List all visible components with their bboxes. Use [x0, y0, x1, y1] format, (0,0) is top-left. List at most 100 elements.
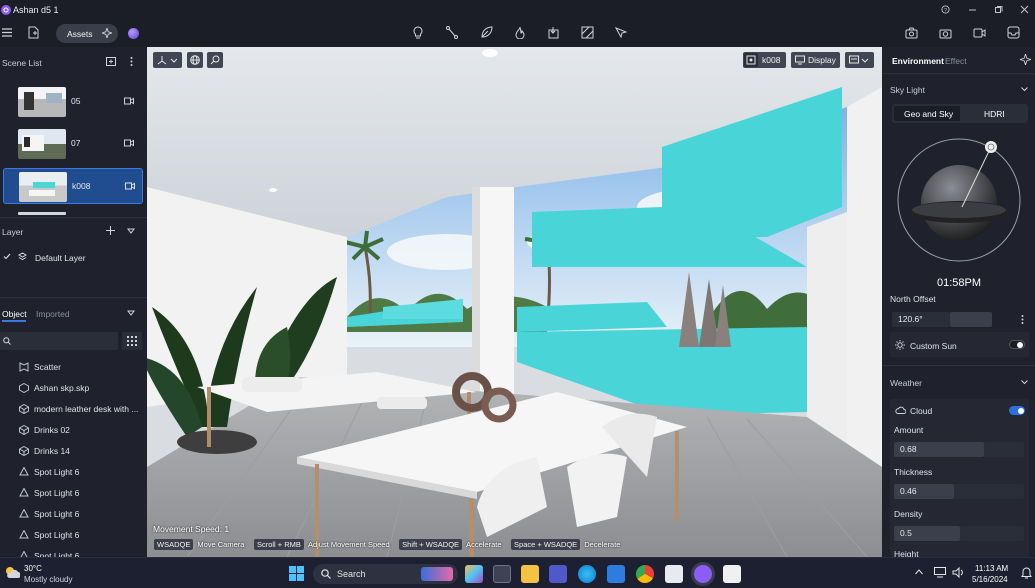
object-list-item[interactable]: Ashan skp.skp: [0, 377, 147, 398]
camera-icon[interactable]: [939, 27, 952, 39]
object-list-item[interactable]: Drinks 14: [0, 440, 147, 461]
sun-dial[interactable]: [896, 137, 1022, 267]
grid-view-button[interactable]: [122, 332, 142, 350]
clock-date[interactable]: 5/16/2024: [972, 575, 1008, 584]
cloud-icon: [895, 406, 906, 414]
layer-item-default[interactable]: Default Layer: [35, 253, 86, 263]
scene-camera-icon[interactable]: [124, 97, 134, 105]
notepad-icon[interactable]: [723, 565, 741, 583]
scene-badge[interactable]: k008: [743, 52, 786, 68]
layout-dropdown[interactable]: [845, 52, 874, 68]
store-icon[interactable]: [607, 565, 625, 583]
close-icon[interactable]: [1020, 5, 1029, 14]
object-list-item[interactable]: Drinks 02: [0, 419, 147, 440]
object-list-item[interactable]: Spot Light 6: [0, 545, 147, 557]
tab-effect[interactable]: Effect: [945, 56, 967, 66]
weather-icon[interactable]: [4, 564, 20, 580]
scene-camera-icon[interactable]: [125, 182, 135, 190]
d5-render-app-icon[interactable]: [694, 565, 712, 583]
object-list-item[interactable]: Spot Light 6: [0, 461, 147, 482]
custom-sun-toggle[interactable]: [1009, 340, 1025, 349]
sky-mode-hdri[interactable]: HDRI: [984, 109, 1005, 119]
assets-label: Assets: [67, 29, 93, 39]
texture-icon[interactable]: [581, 26, 594, 39]
north-offset-input[interactable]: 120.6°: [892, 312, 950, 327]
fire-icon[interactable]: [514, 26, 526, 39]
scene-item-05[interactable]: 05: [3, 84, 143, 120]
volume-icon[interactable]: [952, 567, 964, 578]
layers-icon: [18, 252, 27, 261]
snipping-tool-icon[interactable]: [665, 565, 683, 583]
widgets-app-icon[interactable]: [465, 565, 483, 583]
density-slider[interactable]: 0.5: [894, 526, 960, 541]
object-list-item[interactable]: Spot Light 6: [0, 524, 147, 545]
tab-environment[interactable]: Environment: [892, 56, 944, 66]
taskbar-search[interactable]: Search: [313, 564, 458, 584]
object-list-item[interactable]: Spot Light 6: [0, 503, 147, 524]
tab-object[interactable]: Object: [2, 309, 27, 319]
amount-slider-track[interactable]: [984, 442, 1024, 457]
cloud-toggle[interactable]: [1009, 406, 1025, 415]
amount-slider[interactable]: 0.68: [894, 442, 984, 457]
add-layer-icon[interactable]: [106, 226, 115, 235]
sparkle-icon[interactable]: [1020, 54, 1031, 65]
cube-import-icon[interactable]: [548, 26, 561, 39]
windows-start-icon[interactable]: [289, 566, 304, 581]
export-icon[interactable]: [1007, 26, 1020, 39]
leaf-icon[interactable]: [480, 26, 493, 39]
focus-icon: [744, 53, 758, 67]
teams-icon[interactable]: [549, 565, 567, 583]
chrome-browser-icon[interactable]: [636, 565, 654, 583]
render-viewport[interactable]: k008 Display Movement Speed: 1 WSADQE Mov…: [147, 47, 882, 557]
render-camera-icon[interactable]: [905, 27, 918, 39]
restore-icon[interactable]: [994, 5, 1003, 14]
help-icon[interactable]: ?: [941, 5, 950, 14]
ai-orb-icon[interactable]: [128, 28, 139, 39]
density-slider-track[interactable]: [960, 526, 1024, 541]
tab-imported[interactable]: Imported: [36, 309, 70, 319]
clock-time[interactable]: 11:13 AM: [975, 564, 1008, 573]
spotlight-icon: [19, 487, 31, 498]
display-button[interactable]: Display: [791, 52, 840, 68]
display-label: Display: [808, 55, 836, 65]
chevron-up-icon[interactable]: [915, 569, 923, 575]
file-explorer-icon[interactable]: [521, 565, 539, 583]
edge-browser-icon[interactable]: [578, 565, 596, 583]
object-item-label: Drinks 14: [34, 445, 70, 456]
minimize-icon[interactable]: [968, 5, 977, 14]
pin-view-button[interactable]: [207, 52, 223, 68]
chevron-down-icon[interactable]: [1021, 87, 1028, 92]
chevron-down-icon[interactable]: [1021, 380, 1028, 385]
add-scene-icon[interactable]: [106, 57, 116, 66]
filter-icon[interactable]: [127, 310, 135, 316]
scene-item-k008[interactable]: k008: [3, 168, 143, 204]
globe-button[interactable]: [187, 52, 203, 68]
object-list-item[interactable]: Scatter: [0, 356, 147, 377]
sky-mode-geo[interactable]: Geo and Sky: [894, 106, 960, 121]
spotlight-icon: [19, 466, 31, 477]
notification-bell-icon[interactable]: [1021, 567, 1032, 579]
task-view-icon[interactable]: [493, 565, 511, 583]
object-search-input[interactable]: [0, 332, 118, 350]
video-icon[interactable]: [973, 27, 986, 39]
scene-camera-icon[interactable]: [124, 139, 134, 147]
scene-item-07[interactable]: 07: [3, 126, 143, 162]
object-list-item[interactable]: Spot Light 6: [0, 482, 147, 503]
brush-icon[interactable]: [614, 26, 627, 39]
collapse-icon[interactable]: [127, 228, 135, 234]
object-list-item[interactable]: modern leather desk with ...: [0, 398, 147, 419]
more-options-icon[interactable]: [130, 57, 133, 66]
search-icon: [3, 337, 11, 345]
navigation-mode-button[interactable]: [153, 52, 182, 68]
thickness-slider[interactable]: 0.46: [894, 484, 954, 499]
divider: [0, 217, 147, 218]
more-options-icon[interactable]: [1021, 315, 1024, 324]
file-icon[interactable]: [28, 26, 39, 39]
hamburger-menu-icon[interactable]: [2, 28, 12, 37]
light-bulb-icon[interactable]: [412, 26, 424, 39]
thickness-slider-track[interactable]: [954, 484, 1024, 499]
path-icon[interactable]: [446, 26, 458, 39]
north-offset-slider[interactable]: [950, 312, 992, 327]
display-tray-icon[interactable]: [934, 567, 946, 578]
assets-button[interactable]: Assets: [56, 24, 118, 43]
